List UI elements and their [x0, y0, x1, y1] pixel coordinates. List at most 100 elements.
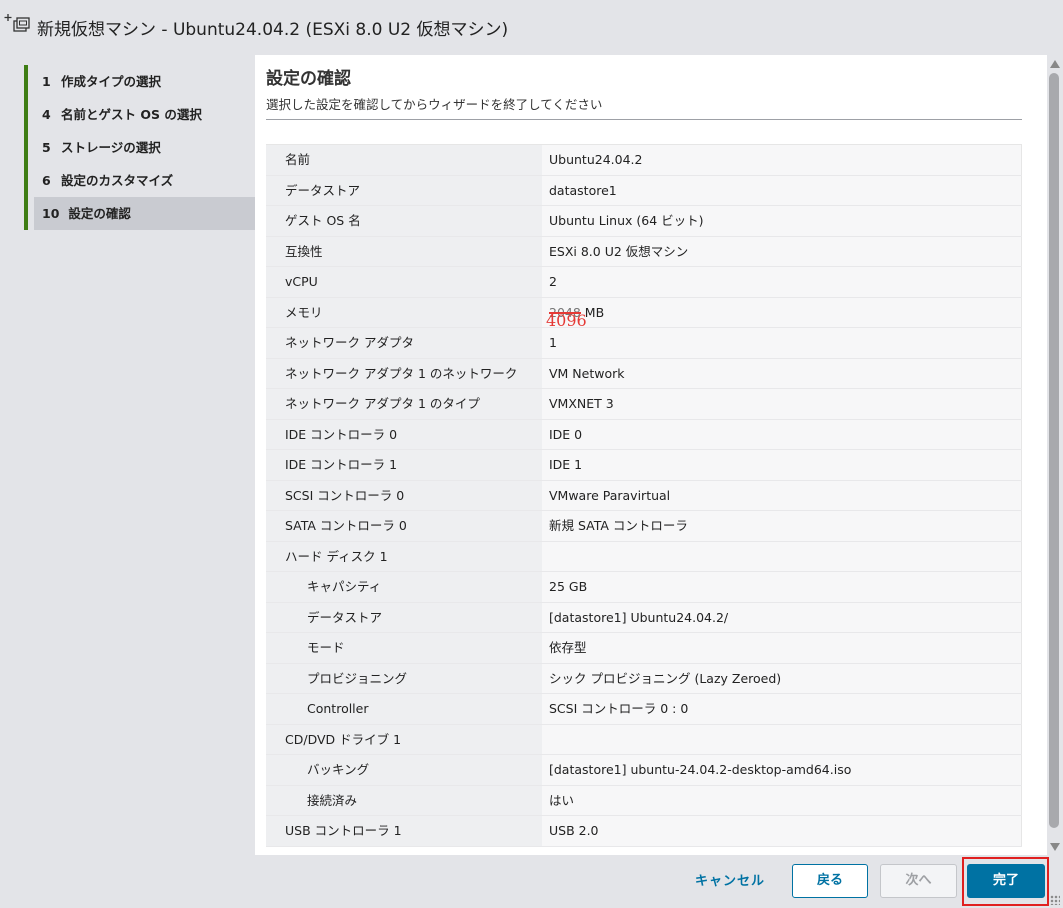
setting-value: 2 — [542, 267, 1022, 297]
wizard-step-1[interactable]: 1 作成タイプの選択 — [24, 65, 255, 98]
table-row: vCPU 2 — [266, 267, 1022, 298]
page-title: 設定の確認 — [266, 69, 351, 89]
setting-key: ハード ディスク 1 — [266, 541, 542, 571]
table-row: ネットワーク アダプタ 1 のネットワーク VM Network — [266, 358, 1022, 389]
setting-value: VM Network — [542, 358, 1022, 388]
setting-key: Controller — [266, 694, 542, 724]
settings-table: 名前 Ubuntu24.04.2 データストア datastore1 ゲスト OS 名U… — [266, 144, 1022, 847]
wizard-step-6[interactable]: 6 設定のカスタマイズ — [24, 164, 255, 197]
setting-value: VMware Paravirtual — [542, 480, 1022, 510]
step-label: 作成タイプの選択 — [61, 74, 162, 89]
setting-key: SCSI コントローラ 0 — [266, 480, 542, 510]
setting-key: 接続済み — [266, 785, 542, 815]
setting-key: ネットワーク アダプタ 1 のタイプ — [266, 389, 542, 419]
next-button: 次へ — [880, 864, 957, 898]
page-subtitle: 選択した設定を確認してからウィザードを終了してください — [266, 97, 603, 112]
setting-key: ネットワーク アダプタ 1 のネットワーク — [266, 358, 542, 388]
setting-key: IDE コントローラ 1 — [266, 450, 542, 480]
setting-key: モード — [266, 633, 542, 663]
step-number: 10 — [42, 206, 60, 221]
divider — [266, 119, 1022, 120]
wizard-footer: キャンセル 戻る 次へ 完了 — [0, 855, 1063, 908]
table-row: ネットワーク アダプタ 1 — [266, 328, 1022, 359]
setting-value: datastore1 — [542, 175, 1022, 205]
setting-value — [542, 541, 1022, 571]
setting-value: Ubuntu Linux (64 ビット) — [542, 206, 1022, 236]
setting-value: IDE 1 — [542, 450, 1022, 480]
setting-key: 互換性 — [266, 236, 542, 266]
setting-value: はい — [542, 785, 1022, 815]
table-row: バッキング [datastore1] ubuntu-24.04.2-desktop… — [266, 755, 1022, 786]
vertical-scrollbar[interactable] — [1047, 55, 1063, 855]
setting-key: データストア — [266, 175, 542, 205]
setting-value: 2048 MB 4096 — [542, 297, 1022, 330]
wizard-steps: 1 作成タイプの選択 4 名前とゲスト OS の選択 5 ストレージの選択 6 設定のカスタマ… — [24, 65, 255, 230]
setting-key: CD/DVD ドライブ 1 — [266, 724, 542, 754]
table-row: SCSI コントローラ 0 VMware Paravirtual — [266, 480, 1022, 511]
setting-value: 新規 SATA コントローラ — [542, 511, 1022, 541]
table-row: キャパシティ 25 GB — [266, 572, 1022, 603]
step-number: 1 — [42, 74, 51, 89]
setting-key: ゲスト OS 名 — [266, 206, 542, 236]
step-label: 設定の確認 — [68, 206, 131, 221]
setting-key: USB コントローラ 1 — [266, 816, 542, 846]
resize-grip-icon[interactable] — [1050, 895, 1060, 905]
cancel-button[interactable]: キャンセル — [684, 865, 776, 899]
scroll-thumb[interactable] — [1049, 73, 1059, 828]
setting-key: 名前 — [266, 145, 542, 175]
setting-value: 25 GB — [542, 572, 1022, 602]
memory-annotation: 4096 — [546, 310, 587, 330]
setting-value — [542, 724, 1022, 754]
wizard-step-5[interactable]: 5 ストレージの選択 — [24, 131, 255, 164]
setting-key: バッキング — [266, 755, 542, 785]
window-title: 新規仮想マシン - Ubuntu24.04.2 (ESXi 8.0 U2 仮想マ… — [37, 20, 509, 40]
table-row: Controller SCSI コントローラ 0 : 0 — [266, 694, 1022, 725]
step-number: 6 — [42, 173, 51, 188]
setting-key: プロビジョニング — [266, 663, 542, 693]
table-row: IDE コントローラ 0 IDE 0 — [266, 419, 1022, 450]
step-number: 4 — [42, 107, 51, 122]
setting-key: vCPU — [266, 267, 542, 297]
setting-value: SCSI コントローラ 0 : 0 — [542, 694, 1022, 724]
setting-value: IDE 0 — [542, 419, 1022, 449]
table-row: ゲスト OS 名 Ubuntu Linux (64 ビット) — [266, 206, 1022, 237]
window-titlebar: 新規仮想マシン - Ubuntu24.04.2 (ESXi 8.0 U2 仮想マ… — [0, 0, 1063, 55]
back-button[interactable]: 戻る — [792, 864, 868, 898]
table-row: ネットワーク アダプタ 1 のタイプ VMXNET 3 — [266, 389, 1022, 420]
setting-value: USB 2.0 — [542, 816, 1022, 846]
setting-key: SATA コントローラ 0 — [266, 511, 542, 541]
table-row: モード 依存型 — [266, 633, 1022, 664]
setting-key: キャパシティ — [266, 572, 542, 602]
setting-value: Ubuntu24.04.2 — [542, 145, 1022, 175]
table-row: ハード ディスク 1 — [266, 541, 1022, 572]
table-row: USB コントローラ 1 USB 2.0 — [266, 816, 1022, 847]
step-label: 設定のカスタマイズ — [61, 173, 174, 188]
step-label: 名前とゲスト OS の選択 — [61, 107, 202, 122]
scroll-down-icon[interactable] — [1050, 843, 1060, 851]
table-row: CD/DVD ドライブ 1 — [266, 724, 1022, 755]
add-vm-icon — [4, 12, 30, 36]
table-row: プロビジョニング シック プロビジョニング (Lazy Zeroed) — [266, 663, 1022, 694]
step-number: 5 — [42, 140, 51, 155]
setting-key: IDE コントローラ 0 — [266, 419, 542, 449]
setting-value: 依存型 — [542, 633, 1022, 663]
setting-value: [datastore1] Ubuntu24.04.2/ — [542, 602, 1022, 632]
setting-value: シック プロビジョニング (Lazy Zeroed) — [542, 663, 1022, 693]
finish-button[interactable]: 完了 — [967, 864, 1045, 898]
setting-key: メモリ — [266, 297, 542, 327]
wizard-step-10[interactable]: 10 設定の確認 — [24, 197, 255, 230]
table-row: 互換性 ESXi 8.0 U2 仮想マシン — [266, 236, 1022, 267]
table-row: IDE コントローラ 1 IDE 1 — [266, 450, 1022, 481]
table-row: 名前 Ubuntu24.04.2 — [266, 145, 1022, 176]
setting-value: ESXi 8.0 U2 仮想マシン — [542, 236, 1022, 266]
setting-key: データストア — [266, 602, 542, 632]
setting-value: VMXNET 3 — [542, 389, 1022, 419]
setting-key: ネットワーク アダプタ — [266, 328, 542, 358]
scroll-up-icon[interactable] — [1050, 60, 1060, 68]
setting-value: [datastore1] ubuntu-24.04.2-desktop-amd6… — [542, 755, 1022, 785]
table-row: メモリ 2048 MB 4096 — [266, 297, 1022, 330]
table-row: データストア [datastore1] Ubuntu24.04.2/ — [266, 602, 1022, 633]
table-row: データストア datastore1 — [266, 175, 1022, 206]
review-settings-panel: 設定の確認 選択した設定を確認してからウィザードを終了してください 名前 Ubun… — [255, 55, 1047, 855]
wizard-step-4[interactable]: 4 名前とゲスト OS の選択 — [24, 98, 255, 131]
